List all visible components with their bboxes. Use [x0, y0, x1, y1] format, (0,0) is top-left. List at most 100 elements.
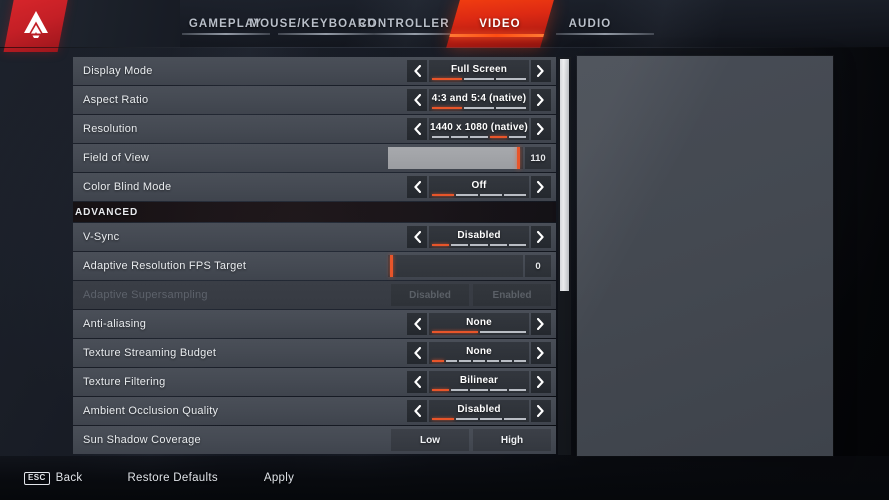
segment — [508, 389, 527, 391]
apply-button[interactable]: Apply — [264, 472, 294, 484]
segment — [464, 107, 494, 109]
segment-indicator — [432, 107, 526, 109]
segment — [500, 360, 513, 362]
setting-label: Sun Shadow Coverage — [83, 434, 201, 446]
segment — [480, 194, 502, 196]
segment — [489, 136, 507, 138]
setting-value: Disabled — [457, 229, 501, 241]
segment — [489, 244, 507, 246]
stepper-control: Off — [407, 176, 551, 198]
setting-row-resolution[interactable]: Resolution 1440 x 1080 (native) — [73, 115, 556, 143]
setting-value-box[interactable]: Full Screen — [429, 60, 529, 82]
setting-value-box[interactable]: None — [429, 342, 529, 364]
stepper-control: Bilinear — [407, 371, 551, 393]
setting-row-sun-shadow-coverage[interactable]: Sun Shadow Coverage Low High — [73, 426, 556, 454]
adaptive-resolution-fps-slider[interactable] — [388, 255, 523, 277]
settings-screen: GAMEPLAY MOUSE/KEYBOARD CONTROLLER VIDEO… — [0, 0, 889, 500]
tab-mouse-keyboard[interactable]: MOUSE/KEYBOARD — [249, 0, 375, 48]
segment — [432, 418, 454, 420]
tab-controller[interactable]: CONTROLLER — [358, 0, 450, 48]
chevron-left-icon[interactable] — [407, 60, 427, 82]
setting-row-texture-filtering[interactable]: Texture Filtering Bilinear — [73, 368, 556, 396]
segment — [432, 389, 450, 391]
segment — [508, 244, 527, 246]
setting-row-aspect-ratio[interactable]: Aspect Ratio 4:3 and 5:4 (native) — [73, 86, 556, 114]
chevron-left-icon[interactable] — [407, 313, 427, 335]
chevron-right-icon[interactable] — [531, 118, 551, 140]
chevron-right-icon[interactable] — [531, 371, 551, 393]
setting-value-box[interactable]: 4:3 and 5:4 (native) — [429, 89, 529, 111]
tab-video[interactable]: VIDEO — [453, 0, 547, 48]
chevron-left-icon[interactable] — [407, 118, 427, 140]
setting-row-ambient-occlusion-quality[interactable]: Ambient Occlusion Quality Disabled — [73, 397, 556, 425]
segment — [451, 136, 469, 138]
slider-handle[interactable] — [516, 147, 520, 169]
segment — [456, 194, 478, 196]
settings-scrollbar-thumb[interactable] — [560, 59, 569, 292]
setting-value-box[interactable]: Bilinear — [429, 371, 529, 393]
segment — [473, 360, 485, 362]
setting-row-anti-aliasing[interactable]: Anti-aliasing None — [73, 310, 556, 338]
chevron-left-icon[interactable] — [407, 226, 427, 248]
stepper-control: 4:3 and 5:4 (native) — [407, 89, 551, 111]
sun-shadow-coverage-high-button[interactable]: High — [473, 429, 551, 451]
setting-value-box[interactable]: 1440 x 1080 (native) — [429, 118, 529, 140]
chevron-left-icon[interactable] — [407, 371, 427, 393]
setting-row-color-blind-mode[interactable]: Color Blind Mode Off — [73, 173, 556, 201]
segment — [432, 136, 450, 138]
stepper-control: Full Screen — [407, 60, 551, 82]
setting-value-box[interactable]: Disabled — [429, 226, 529, 248]
segment — [432, 244, 450, 246]
setting-row-texture-streaming-budget[interactable]: Texture Streaming Budget None — [73, 339, 556, 367]
tab-audio[interactable]: AUDIO — [552, 0, 628, 48]
tab-controller-label: CONTROLLER — [358, 18, 450, 30]
restore-defaults-button[interactable]: Restore Defaults — [127, 472, 217, 484]
toggle-group: Low High — [391, 429, 551, 451]
chevron-right-icon[interactable] — [531, 313, 551, 335]
setting-row-adaptive-supersampling: Adaptive Supersampling Disabled Enabled — [73, 281, 556, 309]
setting-value: 1440 x 1080 (native) — [430, 121, 528, 133]
segment — [480, 331, 526, 333]
section-header-advanced: ADVANCED — [73, 202, 556, 222]
chevron-right-icon[interactable] — [531, 226, 551, 248]
setting-label: Display Mode — [83, 65, 153, 77]
setting-value-box[interactable]: None — [429, 313, 529, 335]
segment — [496, 107, 526, 109]
chevron-right-icon[interactable] — [531, 60, 551, 82]
setting-label: Field of View — [83, 152, 150, 164]
setting-row-display-mode[interactable]: Display Mode Full Screen — [73, 57, 556, 85]
segment — [470, 389, 488, 391]
segment — [470, 136, 488, 138]
chevron-left-icon[interactable] — [407, 342, 427, 364]
segment — [486, 360, 499, 362]
chevron-right-icon[interactable] — [531, 342, 551, 364]
slider-handle[interactable] — [390, 255, 393, 277]
chevron-right-icon[interactable] — [531, 89, 551, 111]
sun-shadow-coverage-low-button[interactable]: Low — [391, 429, 469, 451]
segment — [432, 194, 454, 196]
adaptive-supersampling-disabled-button: Disabled — [391, 284, 469, 306]
button-label: High — [500, 434, 524, 446]
segment — [432, 360, 444, 362]
setting-value-box[interactable]: Disabled — [429, 400, 529, 422]
segment — [432, 107, 462, 109]
segment — [470, 244, 488, 246]
setting-label: Anti-aliasing — [83, 318, 147, 330]
setting-label: Texture Streaming Budget — [83, 347, 217, 359]
segment — [432, 78, 462, 80]
setting-row-field-of-view[interactable]: Field of View 110 — [73, 144, 556, 172]
chevron-left-icon[interactable] — [407, 176, 427, 198]
settings-scrollbar-track[interactable] — [558, 57, 571, 455]
stepper-control: Disabled — [407, 226, 551, 248]
setting-row-adaptive-resolution-fps-target[interactable]: Adaptive Resolution FPS Target 0 — [73, 252, 556, 280]
chevron-left-icon[interactable] — [407, 400, 427, 422]
segment — [504, 418, 526, 420]
chevron-right-icon[interactable] — [531, 176, 551, 198]
field-of-view-slider[interactable] — [388, 147, 523, 169]
back-button[interactable]: ESC Back — [24, 471, 82, 485]
setting-row-v-sync[interactable]: V-Sync Disabled — [73, 223, 556, 251]
chevron-left-icon[interactable] — [407, 89, 427, 111]
segment-indicator — [432, 418, 526, 420]
setting-value-box[interactable]: Off — [429, 176, 529, 198]
chevron-right-icon[interactable] — [531, 400, 551, 422]
